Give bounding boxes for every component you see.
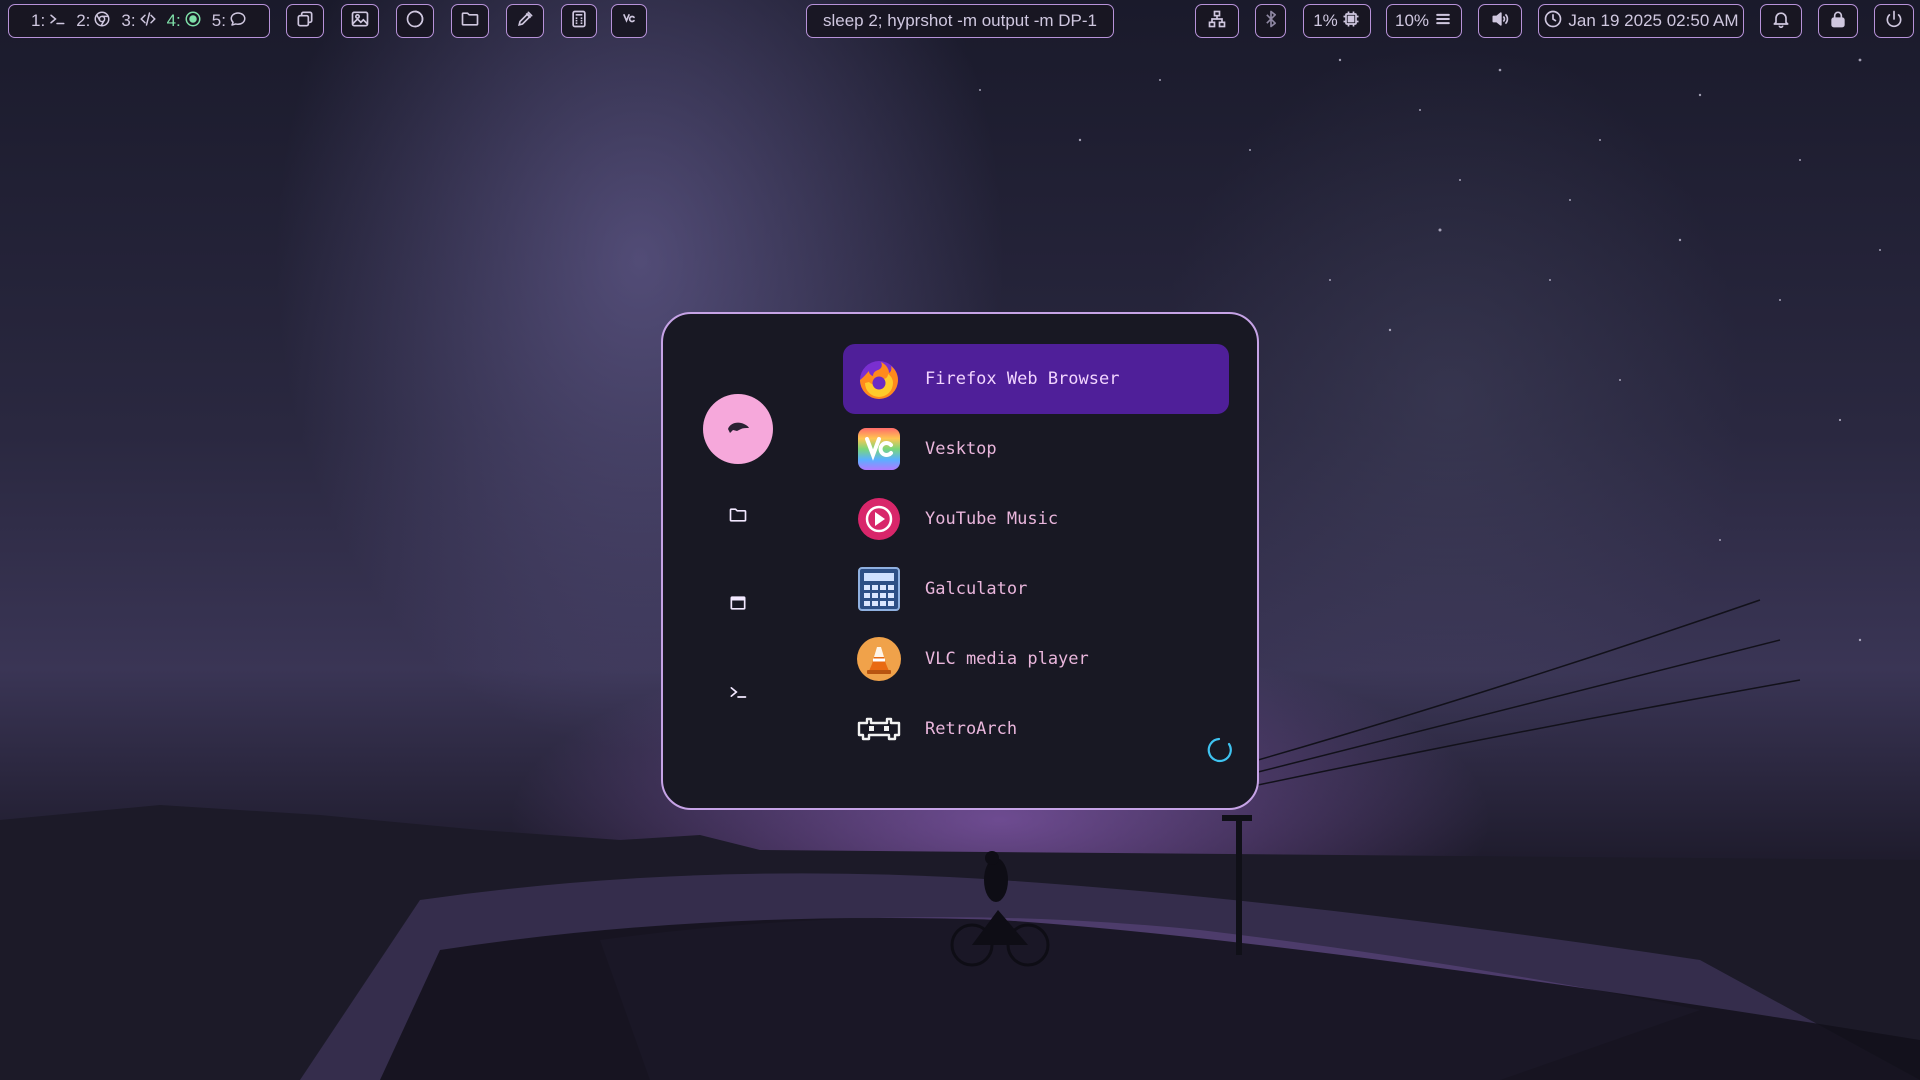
app-label: RetroArch xyxy=(925,719,1018,739)
memory-widget[interactable]: 10% xyxy=(1386,4,1462,38)
firefox-icon xyxy=(855,355,903,403)
workspace-1[interactable]: 1: xyxy=(31,10,66,33)
bluetooth-button[interactable] xyxy=(1255,4,1286,38)
lock-icon xyxy=(1828,9,1848,34)
bluetooth-icon xyxy=(1261,9,1281,34)
window-icon xyxy=(728,593,748,617)
cpu-widget[interactable]: 1% xyxy=(1303,4,1371,38)
app-launcher: Firefox Web Browser Vesktop YouTube Musi… xyxy=(661,312,1259,810)
workspace-3[interactable]: 3: xyxy=(121,10,156,33)
workspace-2[interactable]: 2: xyxy=(76,10,111,33)
app-item-vesktop[interactable]: Vesktop xyxy=(843,414,1229,484)
record-icon xyxy=(184,10,202,33)
clock-icon xyxy=(1543,9,1563,34)
files-mode-button[interactable] xyxy=(725,454,751,480)
clock-text: Jan 19 2025 02:50 AM xyxy=(1568,11,1739,30)
power-icon xyxy=(1884,9,1904,34)
color-picker-button[interactable] xyxy=(506,4,544,38)
workspace-4[interactable]: 4: xyxy=(167,10,202,33)
files-mode-button[interactable] xyxy=(725,504,751,530)
clock-widget[interactable]: Jan 19 2025 02:50 AM xyxy=(1538,4,1744,38)
top-bar: 1: 2: 3: 4: 5: sleep 2; hyprshot -m outp… xyxy=(0,0,1920,42)
retroarch-icon xyxy=(855,705,903,753)
bell-icon xyxy=(1771,9,1791,34)
galculator-icon xyxy=(855,565,903,613)
volume-icon xyxy=(1490,9,1510,34)
notifications-button[interactable] xyxy=(1760,4,1802,38)
menu-icon xyxy=(1433,9,1453,34)
code-icon xyxy=(139,10,157,33)
workspace-number: 5: xyxy=(211,11,226,30)
workspace-number: 2: xyxy=(76,11,91,30)
folder-icon xyxy=(728,505,748,529)
color-picker-icon xyxy=(515,9,535,34)
vlc-icon xyxy=(855,635,903,683)
windows-button[interactable] xyxy=(286,4,324,38)
vesktop-button[interactable] xyxy=(611,4,647,38)
command-text: sleep 2; hyprshot -m output -m DP-1 xyxy=(822,11,1097,30)
app-item-youtube-music[interactable]: YouTube Music xyxy=(843,484,1229,554)
lock-button[interactable] xyxy=(1818,4,1858,38)
windows-icon xyxy=(295,9,315,34)
night-light-icon xyxy=(405,9,425,34)
file-manager-button[interactable] xyxy=(451,4,489,38)
memory-usage: 10% xyxy=(1394,11,1430,30)
run-mode-button[interactable] xyxy=(725,681,751,707)
folder-icon xyxy=(460,9,480,34)
network-button[interactable] xyxy=(1195,4,1239,38)
volume-button[interactable] xyxy=(1478,4,1522,38)
apps-mode-icon xyxy=(725,419,751,439)
app-item-retroarch[interactable]: RetroArch xyxy=(843,694,1229,764)
cpu-usage: 1% xyxy=(1313,11,1338,30)
workspace-5[interactable]: 5: xyxy=(212,10,247,33)
terminal-icon xyxy=(728,682,748,706)
workspaces-widget: 1: 2: 3: 4: 5: xyxy=(8,4,270,38)
chat-icon xyxy=(229,10,247,33)
app-item-firefox[interactable]: Firefox Web Browser xyxy=(843,344,1229,414)
terminal-icon xyxy=(48,10,66,33)
workspace-number: 4: xyxy=(166,11,181,30)
network-icon xyxy=(1207,9,1227,34)
vesktop-icon xyxy=(619,9,639,34)
app-label: YouTube Music xyxy=(925,509,1059,529)
calculator-icon xyxy=(569,9,589,34)
workspace-number: 3: xyxy=(121,11,136,30)
command-display: sleep 2; hyprshot -m output -m DP-1 xyxy=(806,4,1114,38)
image-icon xyxy=(350,9,370,34)
windows-mode-button[interactable] xyxy=(725,592,751,618)
app-label: Vesktop xyxy=(925,439,997,459)
app-item-galculator[interactable]: Galculator xyxy=(843,554,1229,624)
workspace-number: 1: xyxy=(31,11,46,30)
vesktop-icon xyxy=(855,425,903,473)
loading-spinner-icon xyxy=(1207,737,1232,763)
app-label: Firefox Web Browser xyxy=(925,369,1120,389)
app-item-vlc[interactable]: VLC media player xyxy=(843,624,1229,694)
night-light-button[interactable] xyxy=(396,4,434,38)
app-list: Firefox Web Browser Vesktop YouTube Musi… xyxy=(843,344,1229,764)
app-label: Galculator xyxy=(925,579,1028,599)
cpu-icon xyxy=(1341,9,1361,34)
calculator-button[interactable] xyxy=(561,4,597,38)
power-button[interactable] xyxy=(1874,4,1914,38)
wallpaper-button[interactable] xyxy=(341,4,379,38)
chrome-icon xyxy=(93,10,111,33)
app-label: VLC media player xyxy=(925,649,1089,669)
youtube-music-icon xyxy=(855,495,903,543)
